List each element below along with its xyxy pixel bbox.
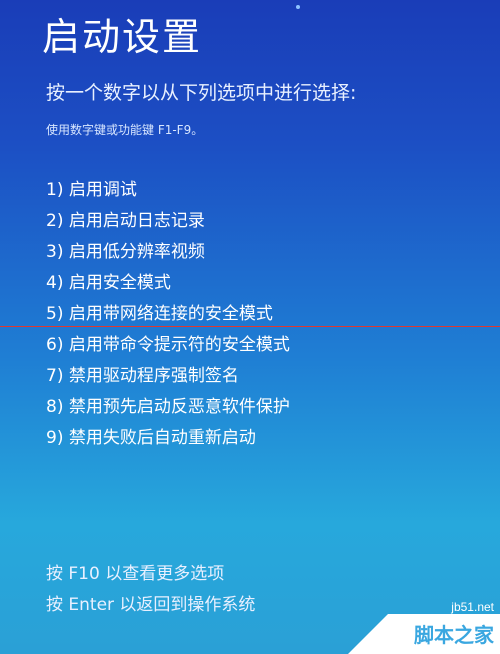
option-enable-low-res-video[interactable]: 3) 启用低分辨率视频 (46, 238, 290, 269)
option-enable-boot-logging[interactable]: 2) 启用启动日志记录 (46, 207, 290, 238)
instruction-text: 按一个数字以从下列选项中进行选择: (46, 82, 357, 104)
site-watermark: jb51.net 脚本之家 (340, 590, 500, 654)
startup-settings-screen: 启动设置 按一个数字以从下列选项中进行选择: 使用数字键或功能键 F1-F9。 … (0, 0, 500, 654)
more-options-link[interactable]: 按 F10 以查看更多选项 (46, 560, 255, 591)
option-disable-driver-signature[interactable]: 7) 禁用驱动程序强制签名 (46, 362, 290, 393)
page-title: 启动设置 (42, 15, 203, 59)
option-safe-mode-command-prompt[interactable]: 6) 启用带命令提示符的安全模式 (46, 331, 290, 362)
option-disable-early-antimalware[interactable]: 8) 禁用预先启动反恶意软件保护 (46, 393, 290, 424)
option-enable-debugging[interactable]: 1) 启用调试 (46, 176, 290, 207)
startup-options-list: 1) 启用调试 2) 启用启动日志记录 3) 启用低分辨率视频 4) 启用安全模… (46, 176, 290, 455)
footer-actions: 按 F10 以查看更多选项 按 Enter 以返回到操作系统 (46, 560, 255, 622)
option-enable-safe-mode[interactable]: 4) 启用安全模式 (46, 269, 290, 300)
red-marker-line (0, 326, 500, 327)
watermark-url: jb51.net (451, 600, 494, 614)
watermark-triangle (348, 614, 388, 654)
key-hint: 使用数字键或功能键 F1-F9。 (46, 123, 204, 137)
option-disable-auto-restart[interactable]: 9) 禁用失败后自动重新启动 (46, 424, 290, 455)
screen-dot (296, 5, 300, 9)
watermark-name: 脚本之家 (414, 623, 494, 647)
return-to-os-link[interactable]: 按 Enter 以返回到操作系统 (46, 591, 255, 622)
